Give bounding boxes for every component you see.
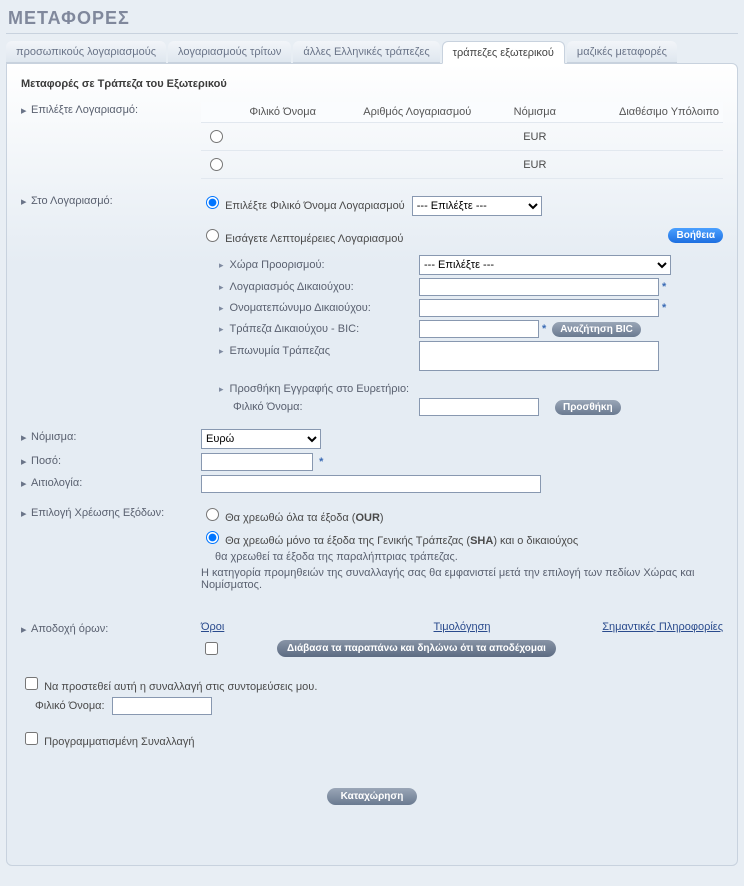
accept-terms-checkbox[interactable] <box>205 642 218 655</box>
bullet-icon: ▸ <box>21 193 31 208</box>
to-account-label: Στο Λογαριασμό: <box>31 193 201 207</box>
select-friendly-radio[interactable] <box>206 196 219 209</box>
help-button[interactable]: Βοήθεια <box>668 228 723 243</box>
bank-name-label: Επωνυμία Τράπεζας <box>219 341 419 357</box>
col-balance: Διαθέσιμο Υπόλοιπο <box>570 102 723 123</box>
bic-input[interactable] <box>419 320 539 338</box>
reason-input[interactable] <box>201 475 541 493</box>
bullet-icon: ▸ <box>21 102 31 117</box>
beneficiary-account-label: Λογαριασμός Δικαιούχου: <box>219 281 419 293</box>
account-radio-2[interactable] <box>210 158 223 171</box>
pricing-link[interactable]: Τιμολόγηση <box>434 621 491 633</box>
shortcut-friendly-input[interactable] <box>112 697 212 715</box>
scheduled-checkbox[interactable] <box>25 732 38 745</box>
bullet-icon: ▸ <box>21 429 31 444</box>
shortcut-friendly-label: Φιλικό Όνομα: <box>35 700 105 712</box>
charges-sha-radio[interactable] <box>206 531 219 544</box>
beneficiary-bank-bic-label: Τράπεζα Δικαιούχου - BIC: <box>219 323 419 335</box>
destination-country-label: Χώρα Προορισμού: <box>219 259 419 271</box>
friendly-name-sub-label: Φιλικό Όνομα: <box>219 401 419 413</box>
beneficiary-name-label: Ονοματεπώνυμο Δικαιούχου: <box>219 302 419 314</box>
col-number: Αριθμός Λογαριασμού <box>335 102 499 123</box>
main-panel: Μεταφορές σε Τράπεζα του Εξωτερικού ▸ Επ… <box>6 63 738 866</box>
select-account-label: Επιλέξτε Λογαριασμό: <box>31 102 201 116</box>
account-radio-1[interactable] <box>210 130 223 143</box>
terms-link[interactable]: Όροι <box>201 621 224 633</box>
add-to-index-label: Προσθήκη Εγγραφής στο Ευρετήριο: <box>219 383 419 395</box>
col-friendly: Φιλικό Όνομα <box>230 102 335 123</box>
bullet-icon: ▸ <box>21 453 31 468</box>
search-bic-button[interactable]: Αναζήτηση BIC <box>552 322 641 337</box>
table-row: EUR <box>201 151 723 179</box>
friendly-name-input[interactable] <box>419 398 539 416</box>
required-star: * <box>662 281 666 293</box>
table-row: EUR <box>201 123 723 151</box>
select-friendly-label: Επιλέξτε Φιλικό Όνομα Λογαριασμού <box>225 200 405 212</box>
page-title: ΜΕΤΑΦΟΡΕΣ <box>6 0 738 34</box>
beneficiary-name-input[interactable] <box>419 299 659 317</box>
submit-button[interactable]: Καταχώρηση <box>327 788 418 805</box>
add-shortcut-label: Να προστεθεί αυτή η συναλλαγή στις συντο… <box>44 681 317 693</box>
friendly-name-select[interactable]: --- Επιλέξτε --- <box>412 196 542 216</box>
charges-our-radio[interactable] <box>206 508 219 521</box>
tab-bulk-transfers[interactable]: μαζικές μεταφορές <box>567 41 677 63</box>
panel-title: Μεταφορές σε Τράπεζα του Εξωτερικού <box>21 78 723 90</box>
bank-name-textarea[interactable] <box>419 341 659 371</box>
add-button[interactable]: Προσθήκη <box>555 400 621 415</box>
tab-third-party-accounts[interactable]: λογαριασμούς τρίτων <box>168 41 291 63</box>
bullet-icon: ▸ <box>21 505 31 520</box>
tab-foreign-banks[interactable]: τράπεζες εξωτερικού <box>442 41 565 64</box>
required-star: * <box>319 456 323 468</box>
destination-country-select[interactable]: --- Επιλέξτε --- <box>419 255 671 275</box>
charges-our-text: Θα χρεωθώ όλα τα έξοδα (OUR) <box>225 512 384 524</box>
tab-other-greek-banks[interactable]: άλλες Ελληνικές τράπεζες <box>293 41 439 63</box>
bullet-icon: ▸ <box>21 621 31 636</box>
enter-details-radio[interactable] <box>206 229 219 242</box>
enter-details-label: Εισάγετε Λεπτομέρειες Λογαριασμού <box>225 233 403 245</box>
charges-note: Η κατηγορία προμηθειών της συναλλαγής σα… <box>201 567 723 591</box>
important-info-link[interactable]: Σημαντικές Πληροφορίες <box>602 621 723 633</box>
tabs-container: προσωπικούς λογαριασμούς λογαριασμούς τρ… <box>6 40 738 63</box>
tab-personal-accounts[interactable]: προσωπικούς λογαριασμούς <box>6 41 166 63</box>
accept-statement-button[interactable]: Διάβασα τα παραπάνω και δηλώνω ότι τα απ… <box>277 640 556 657</box>
col-currency: Νόμισμα <box>499 102 570 123</box>
charges-sha-line2: θα χρεωθεί τα έξοδα της παραλήπτριας τρά… <box>215 551 723 563</box>
add-shortcut-checkbox[interactable] <box>25 677 38 690</box>
charges-sha-text: Θα χρεωθώ μόνο τα έξοδα της Γενικής Τράπ… <box>225 535 578 547</box>
scheduled-label: Προγραμματισμένη Συναλλαγή <box>44 736 194 748</box>
currency-label: Νόμισμα: <box>31 429 201 443</box>
amount-input[interactable] <box>201 453 313 471</box>
accept-terms-label: Αποδοχή όρων: <box>31 621 201 635</box>
beneficiary-account-input[interactable] <box>419 278 659 296</box>
charges-label: Επιλογή Χρέωσης Εξόδων: <box>31 505 201 519</box>
accounts-table: Φιλικό Όνομα Αριθμός Λογαριασμού Νόμισμα… <box>201 102 723 179</box>
bullet-icon: ▸ <box>21 475 31 490</box>
required-star: * <box>542 323 546 335</box>
reason-label: Αιτιολογία: <box>31 475 201 489</box>
amount-label: Ποσό: <box>31 453 201 467</box>
currency-select[interactable]: Ευρώ <box>201 429 321 449</box>
required-star: * <box>662 302 666 314</box>
